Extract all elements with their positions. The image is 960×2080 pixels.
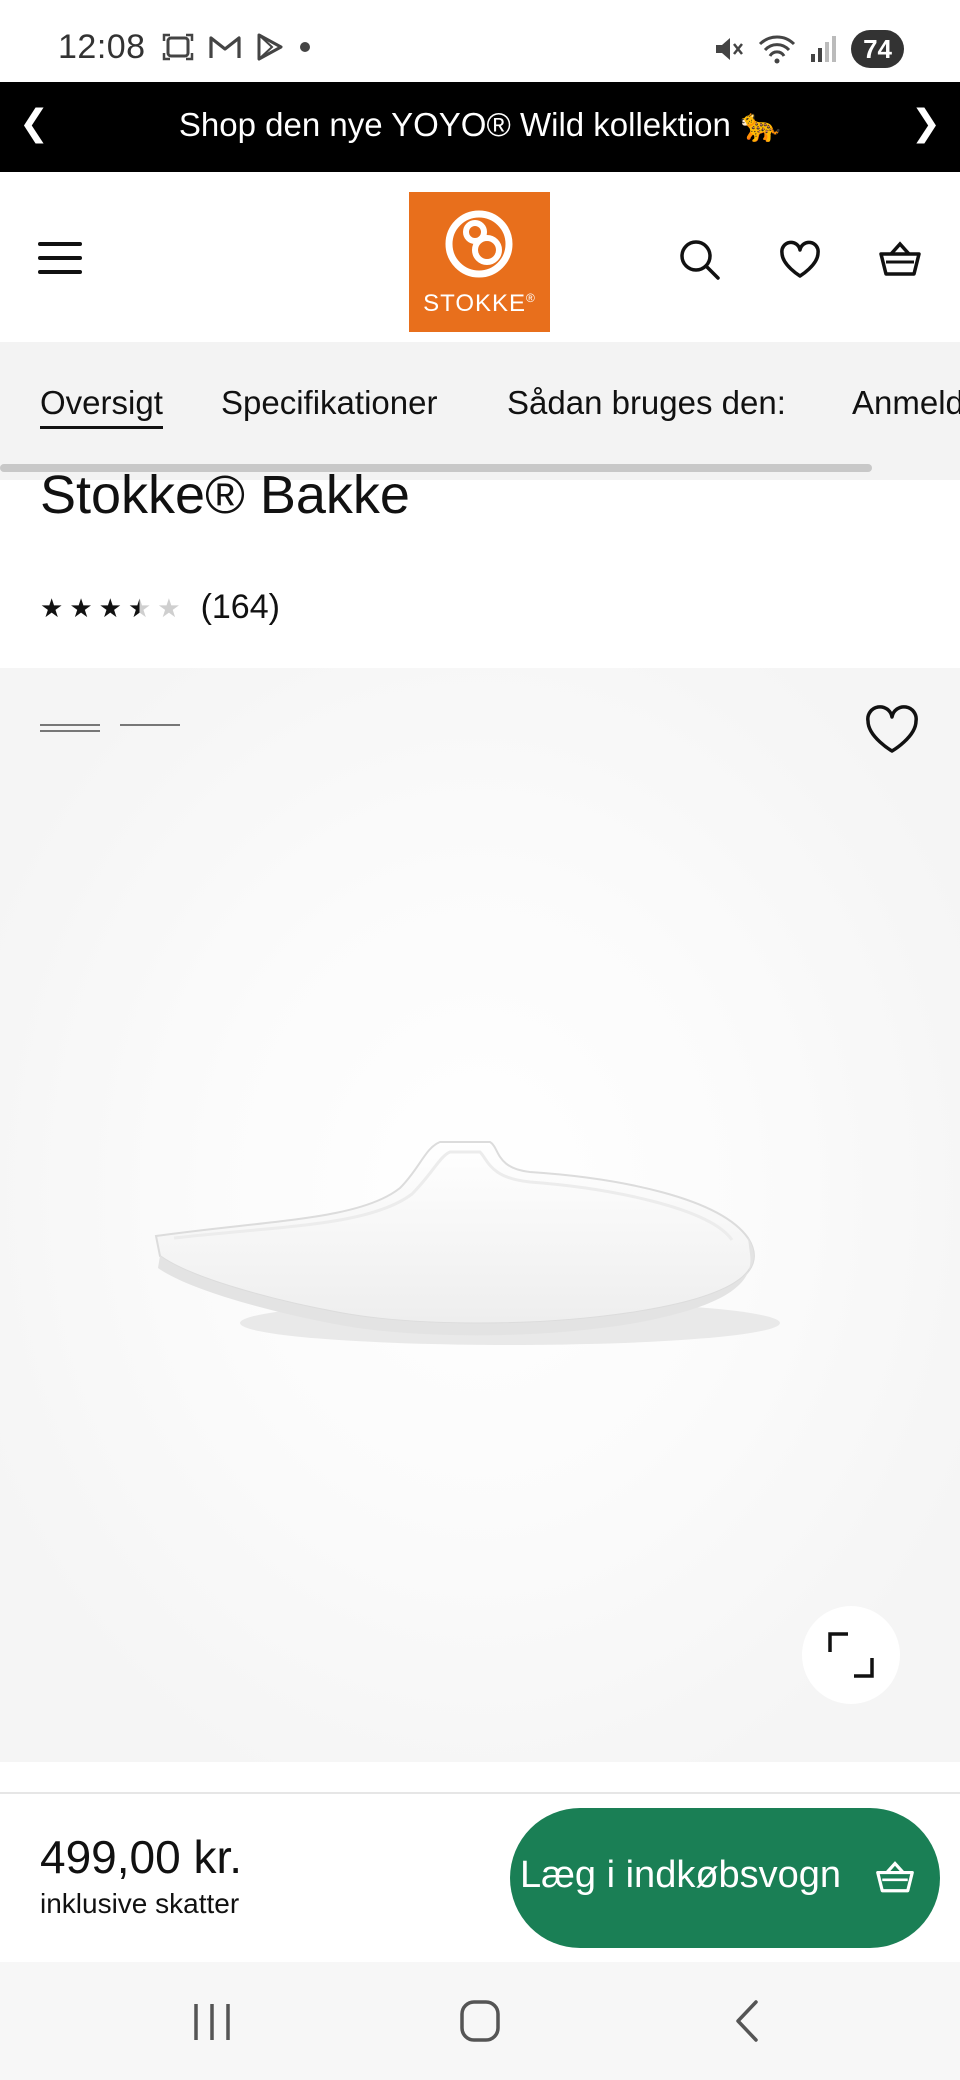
add-to-wishlist-button[interactable] <box>864 704 920 756</box>
signal-icon <box>811 36 837 62</box>
buy-bar: 499,00 kr. inklusive skatter Læg i indkø… <box>0 1792 960 1962</box>
gallery-dot[interactable] <box>120 724 180 726</box>
star-icon: ★ <box>40 592 64 623</box>
add-to-cart-button[interactable]: Læg i indkøbsvogn <box>510 1808 940 1948</box>
wifi-icon <box>759 35 796 64</box>
back-icon <box>736 2000 758 2042</box>
review-count[interactable]: (164) <box>201 588 280 627</box>
battery-indicator: 74 <box>851 30 904 68</box>
promo-banner: ❮ Shop den nye YOYO® Wild kollektion 🐆 ❯ <box>0 82 960 172</box>
wishlist-button[interactable] <box>778 238 822 282</box>
home-button[interactable] <box>450 1996 510 2046</box>
logo-wordmark: STOKKE <box>423 290 527 317</box>
status-time: 12:08 <box>58 28 146 66</box>
cart-button[interactable] <box>878 238 922 282</box>
status-icons-right: 74 <box>713 30 904 68</box>
screenshot-icon <box>162 33 194 61</box>
product-gallery[interactable] <box>0 668 960 1762</box>
recent-apps-icon <box>194 2004 230 2040</box>
recent-apps-button[interactable] <box>182 1996 242 2046</box>
logo-text: STOKKE® <box>409 290 550 318</box>
tab-anmeldelser[interactable]: Anmeld <box>852 384 960 422</box>
tab-saadan-bruges[interactable]: Sådan bruges den: <box>507 384 786 422</box>
half-star-icon: ★ <box>127 592 152 623</box>
tab-specifikationer[interactable]: Specifikationer <box>221 384 437 422</box>
dot-icon <box>300 42 310 52</box>
search-icon <box>680 240 720 280</box>
promo-text[interactable]: Shop den nye YOYO® Wild kollektion 🐆 <box>0 106 960 145</box>
heart-icon <box>866 705 918 753</box>
basket-icon <box>879 241 921 276</box>
menu-icon-line <box>38 242 82 246</box>
back-button[interactable] <box>718 1996 778 2046</box>
stokke-logo[interactable]: STOKKE® <box>409 192 550 332</box>
heart-icon <box>780 240 820 278</box>
expand-image-button[interactable] <box>802 1606 900 1704</box>
empty-star-icon: ★ <box>157 592 181 623</box>
status-icons-left <box>162 32 312 62</box>
mute-icon <box>716 38 744 60</box>
tax-note: inklusive skatter <box>40 1888 240 1919</box>
gallery-dot-active[interactable] <box>40 724 100 732</box>
product-price: 499,00 kr. <box>40 1831 243 1883</box>
product-rating[interactable]: ★ ★ ★ ★ ★ (164) <box>40 588 280 627</box>
gallery-pagination <box>40 724 180 732</box>
logo-mark: ® <box>526 291 536 305</box>
status-bar: 12:08 74 <box>0 0 960 82</box>
star-icon: ★ <box>98 592 122 623</box>
menu-button[interactable] <box>38 242 82 274</box>
star-icon: ★ <box>69 592 93 623</box>
add-to-cart-label: Læg i indkøbsvogn <box>520 1854 842 1896</box>
expand-icon <box>828 1632 874 1678</box>
play-store-icon <box>257 33 283 61</box>
search-button[interactable] <box>678 238 722 282</box>
menu-icon-line <box>38 270 82 274</box>
basket-icon <box>876 1861 914 1893</box>
home-icon <box>460 2000 500 2042</box>
menu-icon-line <box>38 256 82 260</box>
product-image-tray <box>154 1141 780 1345</box>
promo-next-button[interactable]: ❯ <box>906 102 946 144</box>
product-tabs: Oversigt Specifikationer Sådan bruges de… <box>0 342 960 480</box>
system-nav-bar <box>0 1962 960 2080</box>
stokke-logo-mark <box>445 210 513 278</box>
tab-oversigt[interactable]: Oversigt <box>40 384 163 429</box>
site-header: STOKKE® <box>0 172 960 342</box>
gmail-icon <box>209 36 241 58</box>
product-title: Stokke® Bakke <box>40 465 410 525</box>
